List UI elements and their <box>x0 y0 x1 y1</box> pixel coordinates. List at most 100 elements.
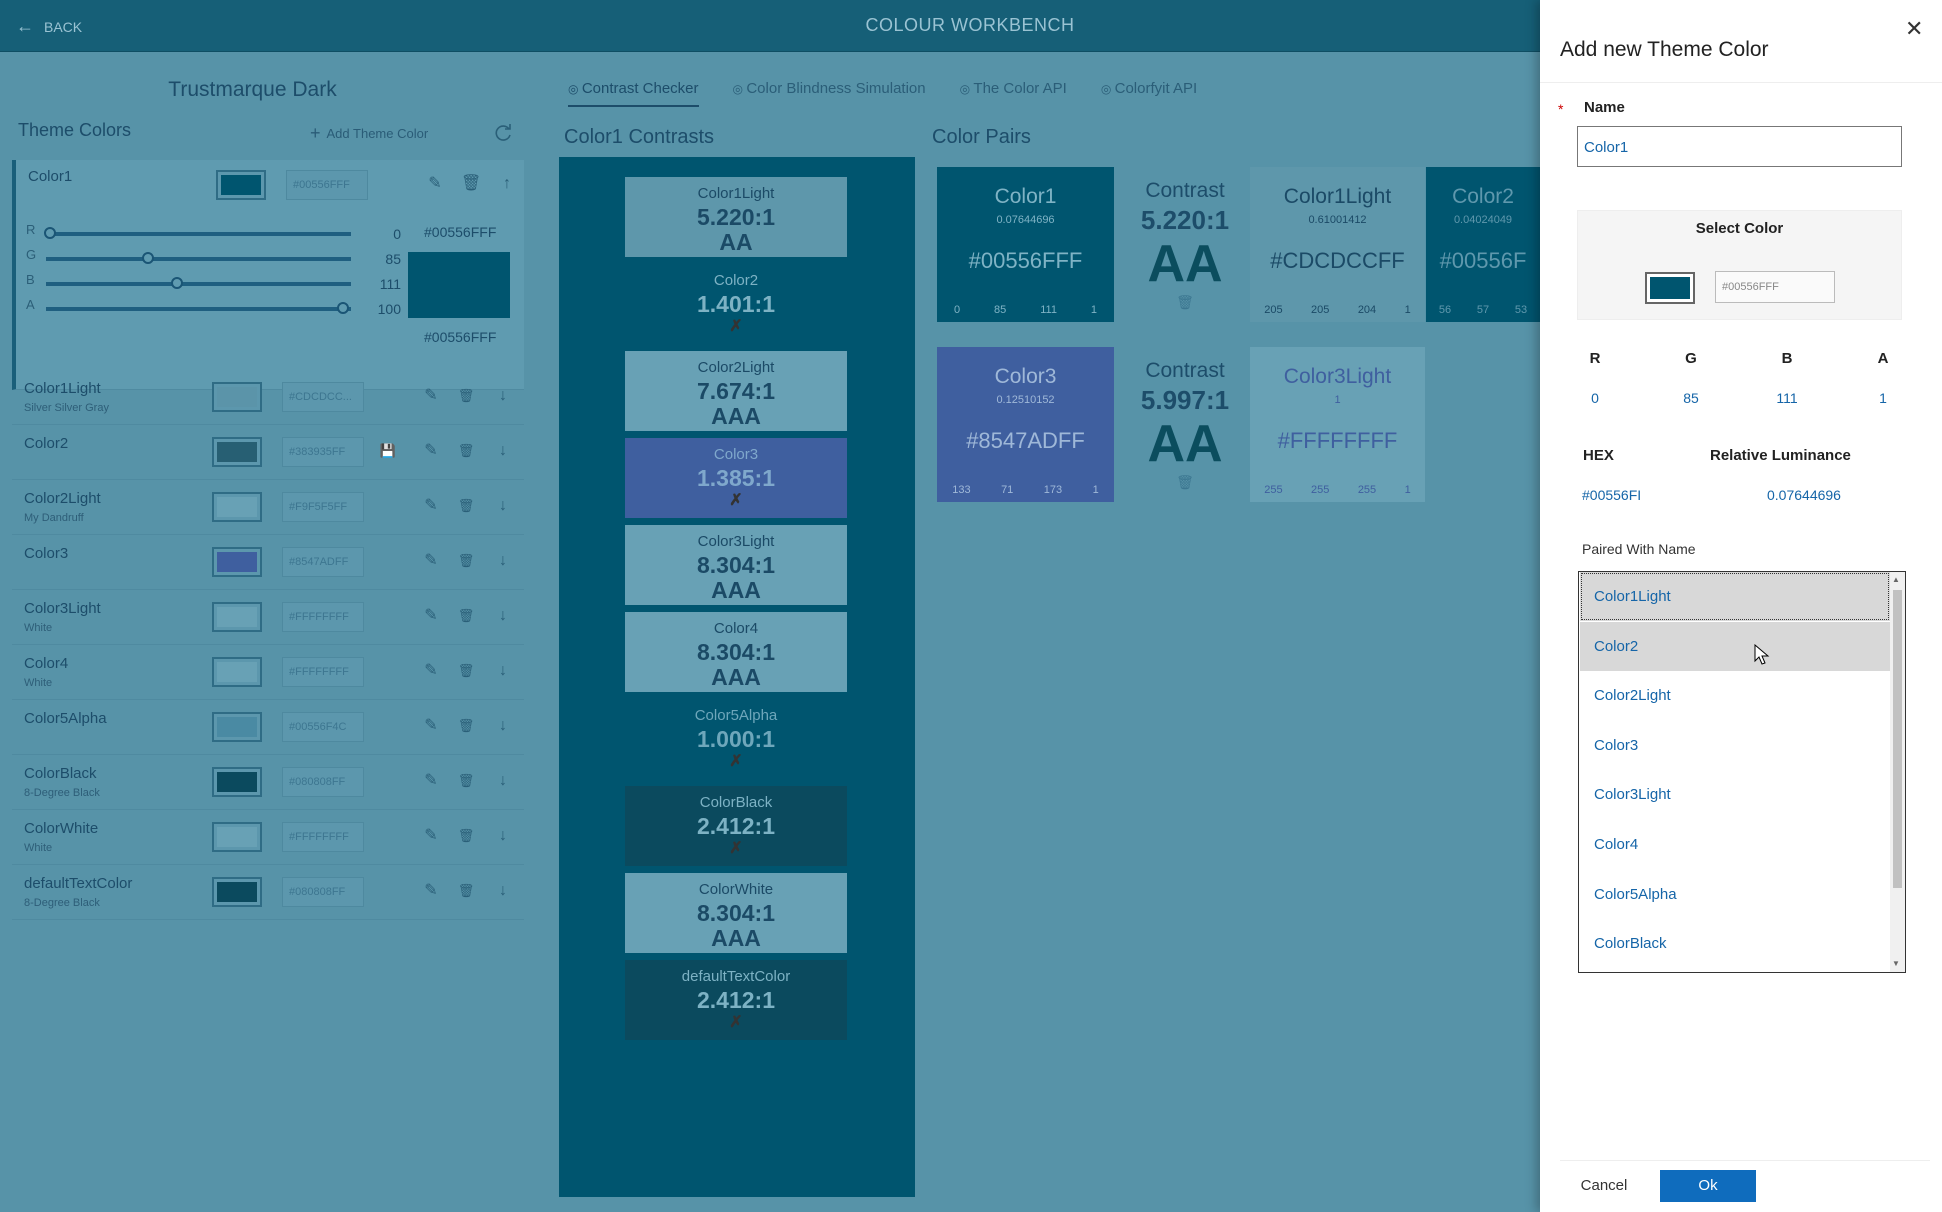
listbox-option[interactable]: Color2 <box>1580 621 1890 671</box>
slider-a[interactable] <box>46 302 351 314</box>
theme-color-row-selected[interactable]: Color1 #00556FFF ✎ 🗑 ↑ R 0 G 85 B 111 A … <box>12 160 524 390</box>
arrow-down-icon[interactable]: ↓ <box>494 496 512 516</box>
trash-icon[interactable]: 🗑 <box>457 441 475 461</box>
scrollbar-thumb[interactable] <box>1893 590 1902 888</box>
hex-input[interactable]: #00556F4C <box>282 712 364 742</box>
pencil-icon[interactable]: ✎ <box>422 606 440 626</box>
theme-color-row[interactable]: Color2 #383935FF 💾 ✎ 🗑 ↓ <box>12 427 524 480</box>
trash-icon[interactable]: 🗑 <box>457 551 475 571</box>
hex-input[interactable]: #080808FF <box>282 877 364 907</box>
arrow-down-icon[interactable]: ↓ <box>494 716 512 736</box>
pencil-icon[interactable]: ✎ <box>422 496 440 516</box>
theme-color-row[interactable]: Color3 #8547ADFF ✎ 🗑 ↓ <box>12 537 524 590</box>
hex-input[interactable]: #FFFFFFFF <box>282 657 364 687</box>
color-swatch[interactable] <box>212 822 262 852</box>
arrow-down-icon[interactable]: ↓ <box>494 386 512 406</box>
hex-input[interactable]: #F9F5F5FF <box>282 492 364 522</box>
arrow-down-icon[interactable]: ↓ <box>494 606 512 626</box>
color-swatch[interactable] <box>212 602 262 632</box>
pencil-icon[interactable]: ✎ <box>422 826 440 846</box>
select-hex-input[interactable]: #00556FFF <box>1715 271 1835 303</box>
tab-color-blindness-simulation[interactable]: ◎ Color Blindness Simulation <box>733 80 926 107</box>
hex-input[interactable]: #FFFFFFFF <box>282 822 364 852</box>
close-icon[interactable]: ✕ <box>1905 16 1923 42</box>
slider-r[interactable] <box>44 227 351 239</box>
add-theme-color-button[interactable]: + Add Theme Color <box>310 123 428 144</box>
hex-input[interactable]: #383935FF <box>282 437 364 467</box>
arrow-down-icon[interactable]: ↓ <box>494 661 512 681</box>
listbox-option[interactable]: ColorBlack <box>1580 919 1890 968</box>
color-swatch[interactable] <box>216 170 266 200</box>
trash-icon[interactable]: 🗑 <box>457 716 475 736</box>
theme-color-row[interactable]: Color3Light White #FFFFFFFF ✎ 🗑 ↓ <box>12 592 524 645</box>
arrow-down-icon[interactable]: ↓ <box>494 771 512 791</box>
color-swatch[interactable] <box>212 492 262 522</box>
color-swatch[interactable] <box>212 877 262 907</box>
arrow-up-icon[interactable]: ↑ <box>498 174 516 194</box>
theme-color-row[interactable]: Color5Alpha #00556F4C ✎ 🗑 ↓ <box>12 702 524 755</box>
listbox-option[interactable]: Color4 <box>1580 820 1890 869</box>
arrow-down-icon[interactable]: ↓ <box>494 551 512 571</box>
pencil-icon[interactable]: ✎ <box>422 386 440 406</box>
trash-icon[interactable]: 🗑 <box>457 661 475 681</box>
trash-icon[interactable]: 🗑 <box>1120 294 1250 311</box>
color-swatch[interactable] <box>212 547 262 577</box>
hex-input[interactable]: #00556FFF <box>286 170 368 200</box>
ok-button[interactable]: Ok <box>1660 1170 1756 1202</box>
save-icon[interactable]: 💾 <box>379 441 397 461</box>
paired-with-listbox[interactable]: Color1Light Color2 Color2Light Color3 Color3… <box>1578 571 1906 973</box>
scroll-down-icon[interactable]: ▼ <box>1892 959 1900 968</box>
pencil-icon[interactable]: ✎ <box>426 174 444 194</box>
theme-color-row[interactable]: ColorWhite White #FFFFFFFF ✎ 🗑 ↓ <box>12 812 524 865</box>
arrow-down-icon[interactable]: ↓ <box>494 881 512 901</box>
listbox-option[interactable]: Color1Light <box>1580 572 1890 621</box>
scroll-up-icon[interactable]: ▲ <box>1892 575 1900 584</box>
listbox-option[interactable]: Color2Light <box>1580 671 1890 720</box>
pencil-icon[interactable]: ✎ <box>422 661 440 681</box>
hex-input[interactable]: #FFFFFFFF <box>282 602 364 632</box>
color-swatch[interactable] <box>212 767 262 797</box>
color-swatch[interactable] <box>212 712 262 742</box>
slider-r-knob[interactable] <box>44 227 56 239</box>
pencil-icon[interactable]: ✎ <box>422 441 440 461</box>
listbox-option[interactable]: Color3 <box>1580 721 1890 770</box>
arrow-down-icon[interactable]: ↓ <box>494 826 512 846</box>
color-swatch[interactable] <box>212 437 262 467</box>
slider-b-knob[interactable] <box>171 277 184 289</box>
theme-color-row[interactable]: Color2Light My Dandruff #F9F5F5FF ✎ 🗑 ↓ <box>12 482 524 535</box>
arrow-down-icon[interactable]: ↓ <box>494 441 512 461</box>
tab-contrast-checker[interactable]: ◎ Contrast Checker <box>568 80 699 107</box>
listbox-option[interactable]: Color3Light <box>1580 770 1890 819</box>
theme-color-row[interactable]: defaultTextColor 8-Degree Black #080808FF ✎… <box>12 867 524 920</box>
refresh-icon[interactable] <box>493 123 513 143</box>
slider-b[interactable] <box>46 277 351 289</box>
trash-icon[interactable]: 🗑 <box>457 606 475 626</box>
trash-icon[interactable]: 🗑 <box>1120 474 1250 491</box>
theme-color-row[interactable]: Color4 White #FFFFFFFF ✎ 🗑 ↓ <box>12 647 524 700</box>
color-swatch[interactable] <box>212 382 262 412</box>
slider-g[interactable] <box>46 252 351 264</box>
slider-g-knob[interactable] <box>141 252 154 264</box>
tab-the-color-api[interactable]: ◎ The Color API <box>960 80 1067 107</box>
trash-icon[interactable]: 🗑 <box>457 826 475 846</box>
hex-input[interactable]: #CDCDCC... <box>282 382 364 412</box>
theme-color-row[interactable]: ColorBlack 8-Degree Black #080808FF ✎ 🗑 ↓ <box>12 757 524 810</box>
pencil-icon[interactable]: ✎ <box>422 881 440 901</box>
pencil-icon[interactable]: ✎ <box>422 716 440 736</box>
color-swatch[interactable] <box>212 657 262 687</box>
trash-icon[interactable]: 🗑 <box>457 771 475 791</box>
trash-icon[interactable]: 🗑 <box>457 496 475 516</box>
theme-color-row[interactable]: Color1Light Silver Silver Gray #CDCDCC... ✎… <box>12 372 524 425</box>
trash-icon[interactable]: 🗑 <box>457 881 475 901</box>
hex-input[interactable]: #8547ADFF <box>282 547 364 577</box>
listbox-option[interactable]: Color5Alpha <box>1580 870 1890 919</box>
color-picker-swatch[interactable] <box>1645 272 1695 304</box>
slider-a-knob[interactable] <box>337 302 349 314</box>
pencil-icon[interactable]: ✎ <box>422 551 440 571</box>
pencil-icon[interactable]: ✎ <box>422 771 440 791</box>
trash-icon[interactable]: 🗑 <box>457 386 475 406</box>
name-input[interactable]: Color1 <box>1577 126 1902 167</box>
cancel-button[interactable]: Cancel <box>1560 1170 1648 1202</box>
trash-icon[interactable]: 🗑 <box>461 174 481 194</box>
hex-input[interactable]: #080808FF <box>282 767 364 797</box>
